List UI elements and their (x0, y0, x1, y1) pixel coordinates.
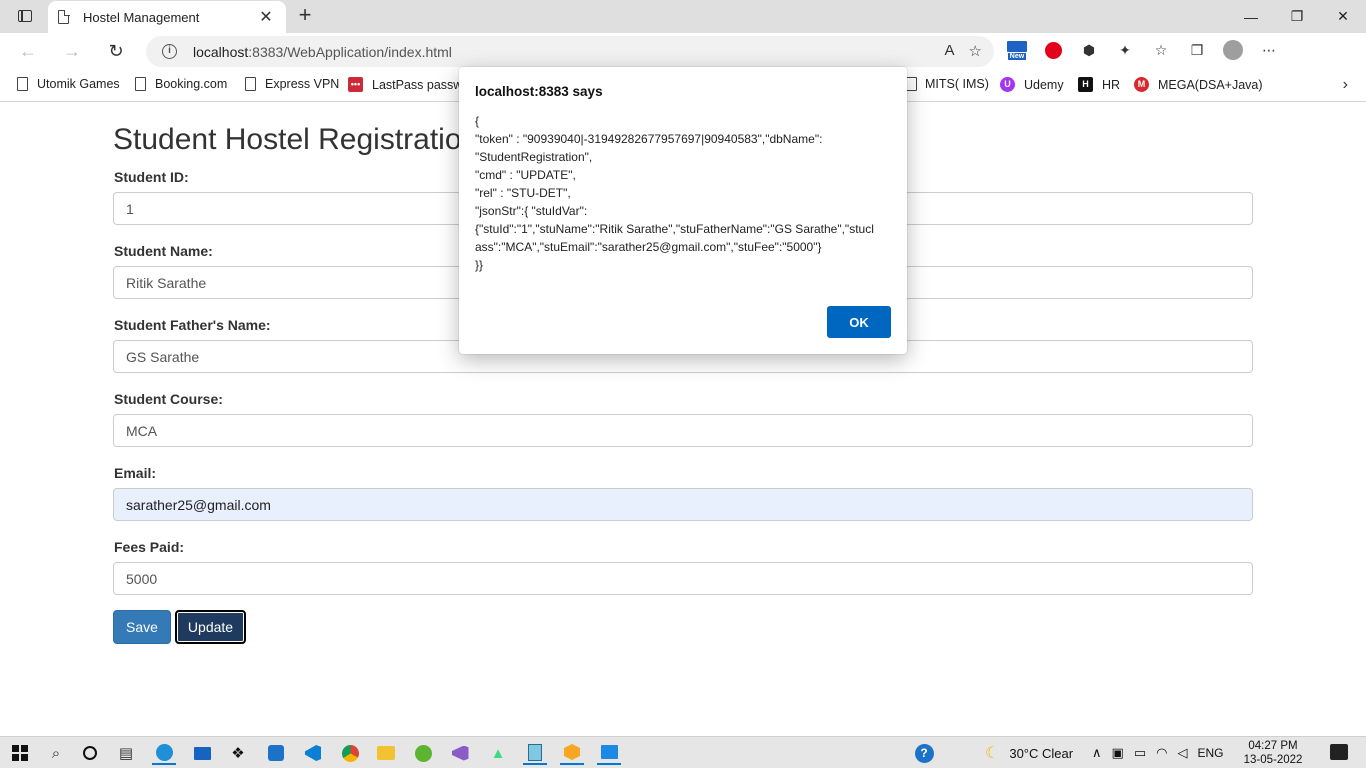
fees-input[interactable]: 5000 (113, 562, 1253, 595)
new-extension-icon[interactable]: New (1006, 39, 1028, 61)
clock-time: 04:27 PM (1248, 740, 1298, 752)
favorite-add-icon[interactable]: ☆ (969, 42, 982, 60)
weather-text: 30°C Clear (1009, 745, 1074, 761)
tab-title: Hostel Management (83, 9, 200, 25)
course-input[interactable]: MCA (113, 414, 1253, 447)
bookmark-utomik[interactable]: Utomik Games (17, 77, 120, 91)
forward-button[interactable]: → (58, 39, 86, 65)
restore-button[interactable]: ❐ (1274, 0, 1320, 33)
notepad-icon[interactable] (523, 741, 547, 765)
bookmark-booking[interactable]: Booking.com (135, 77, 227, 91)
battery-icon[interactable]: ▭ (1134, 745, 1146, 761)
chevron-right-icon[interactable]: › (1343, 76, 1348, 94)
bookmark-expressvpn[interactable]: Express VPN (245, 77, 339, 91)
email-label: Email: (114, 465, 157, 481)
hackerrank-icon: H (1078, 77, 1093, 92)
email-input[interactable]: sarather25@gmail.com (113, 488, 1253, 521)
bookmark-mits[interactable]: MITS( IMS) (906, 77, 989, 91)
more-menu-icon[interactable]: ⋯ (1258, 39, 1280, 61)
task-view-icon[interactable]: ▤ (114, 741, 138, 765)
tab-close-icon[interactable]: ✕ (256, 7, 276, 27)
save-button[interactable]: Save (113, 610, 171, 644)
utorrent-icon[interactable] (411, 741, 435, 765)
edge-icon[interactable] (152, 741, 176, 765)
page-icon (135, 77, 146, 91)
mail-icon[interactable] (190, 741, 214, 765)
lastpass-icon: ••• (348, 77, 363, 92)
netbeans-icon[interactable] (560, 741, 584, 765)
profile-avatar-icon[interactable] (1222, 39, 1244, 61)
student-id-label: Student ID: (114, 169, 189, 185)
extensions-icon[interactable]: ✦ (1114, 39, 1136, 61)
page-title: Student Hostel Registratio (113, 123, 462, 156)
collections-icon[interactable]: ❐ (1186, 39, 1208, 61)
course-label: Student Course: (114, 391, 223, 407)
system-tray: ∧ ▣ ▭ ◠ ◁ ENG (1092, 737, 1223, 768)
language-indicator[interactable]: ENG (1197, 746, 1223, 760)
file-explorer-icon[interactable] (374, 741, 398, 765)
mega-icon: M (1134, 77, 1149, 92)
weather-widget[interactable]: ☾ 30°C Clear (985, 737, 1073, 768)
clock-date: 13-05-2022 (1243, 754, 1303, 766)
page-icon (906, 77, 917, 91)
taskbar: ⌕ ▤ ❖ ▲ ? ☾ 30°C Clear ∧ ▣ ▭ ◠ ◁ ENG 04:… (0, 736, 1366, 768)
android-icon[interactable]: ▲ (486, 741, 510, 765)
dropbox-icon[interactable]: ❖ (226, 741, 250, 765)
browser-toolbar: ← → ↻ i localhost:8383/WebApplication/in… (0, 33, 1366, 70)
visual-studio-icon[interactable] (448, 741, 472, 765)
url-text: localhost:8383/WebApplication/index.html (193, 43, 452, 60)
read-aloud-icon[interactable]: A (945, 42, 955, 60)
meet-now-icon[interactable]: ▣ (1112, 745, 1124, 761)
window-controls: — ❐ ✕ (1228, 0, 1366, 33)
app-blue-icon[interactable] (264, 741, 288, 765)
chevron-up-icon[interactable]: ∧ (1092, 745, 1102, 761)
vscode-icon[interactable] (301, 741, 325, 765)
udemy-icon: U (1000, 77, 1015, 92)
dialog-title: localhost:8383 says (475, 84, 603, 99)
ok-button[interactable]: OK (827, 306, 891, 338)
bookmark-udemy[interactable]: U Udemy (1000, 77, 1064, 92)
volume-icon[interactable]: ◁ (1177, 745, 1187, 761)
dialog-message: { "token" : "90939040|-31949282677957697… (475, 114, 874, 272)
chrome-icon[interactable] (338, 741, 362, 765)
browser-tab-bar: Hostel Management ✕ + — ❐ ✕ (0, 0, 1366, 33)
wifi-icon[interactable]: ◠ (1156, 745, 1167, 761)
student-name-label: Student Name: (114, 243, 213, 259)
page-icon (58, 9, 70, 24)
minimize-button[interactable]: — (1228, 0, 1274, 33)
page-icon (17, 77, 28, 91)
windows-start-icon[interactable] (8, 741, 32, 765)
bookmark-hr[interactable]: H HR (1078, 77, 1120, 92)
address-bar[interactable]: i localhost:8383/WebApplication/index.ht… (146, 36, 994, 67)
father-name-label: Student Father's Name: (114, 317, 271, 333)
adblock-icon[interactable] (1042, 39, 1064, 61)
alert-dialog: localhost:8383 says { "token" : "9093904… (459, 67, 907, 354)
notification-icon[interactable] (1330, 744, 1348, 760)
help-icon[interactable]: ? (912, 741, 936, 765)
search-icon[interactable]: ⌕ (44, 741, 68, 765)
close-window-button[interactable]: ✕ (1320, 0, 1366, 33)
clock[interactable]: 04:27 PM 13-05-2022 (1238, 739, 1308, 767)
cortana-icon[interactable] (78, 741, 102, 765)
browser-tab[interactable]: Hostel Management ✕ (48, 1, 286, 33)
tab-actions-icon[interactable] (8, 4, 42, 28)
cube-extension-icon[interactable]: ⬢ (1078, 39, 1100, 61)
extensions-row: New ⬢ ✦ ☆ ❐ ⋯ (1006, 39, 1280, 61)
refresh-button[interactable]: ↻ (102, 39, 130, 65)
fees-label: Fees Paid: (114, 539, 185, 555)
bookmark-lastpass[interactable]: ••• LastPass passwo (348, 77, 469, 92)
info-icon[interactable]: i (162, 44, 177, 59)
new-tab-button[interactable]: + (292, 4, 318, 28)
bookmark-mega[interactable]: M MEGA(DSA+Java) (1134, 77, 1263, 92)
back-button[interactable]: ← (14, 39, 42, 65)
moon-icon: ☾ (985, 745, 1000, 762)
update-button[interactable]: Update (175, 610, 246, 644)
favorites-icon[interactable]: ☆ (1150, 39, 1172, 61)
photos-icon[interactable] (597, 741, 621, 765)
page-icon (245, 77, 256, 91)
